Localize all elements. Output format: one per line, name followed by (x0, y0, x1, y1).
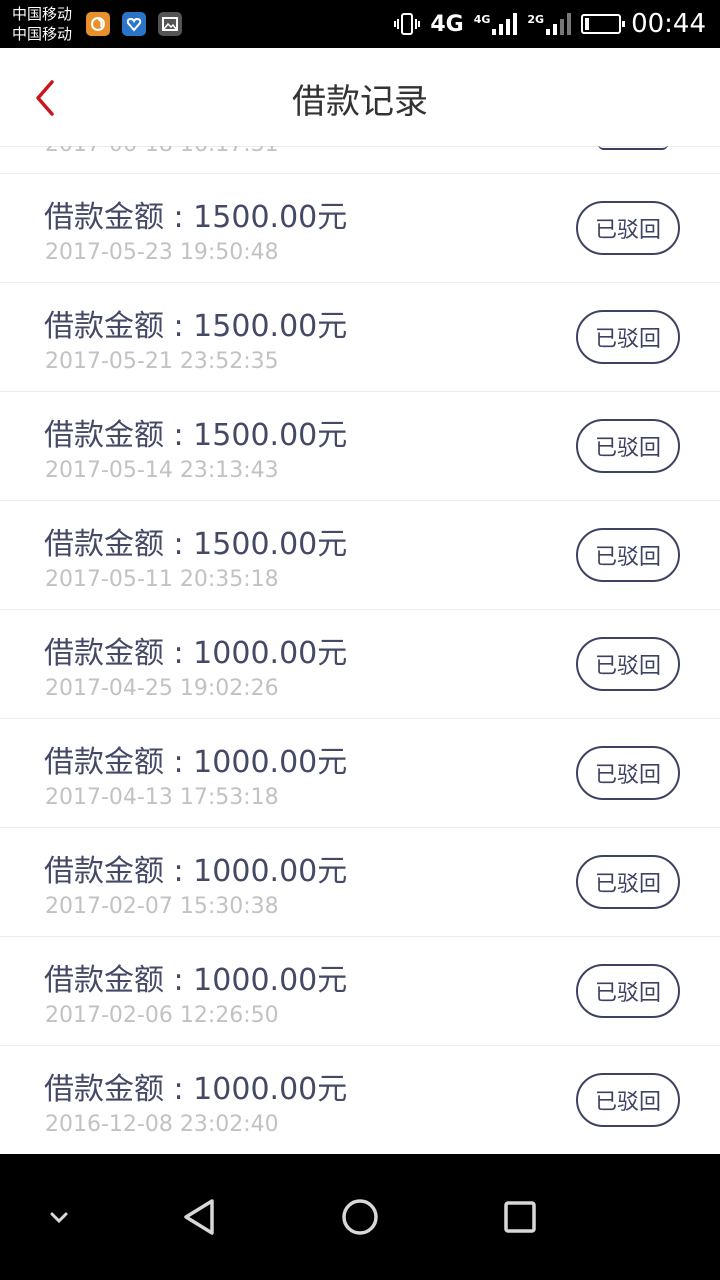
record-amount: 借款金额 : 1500.00元 (44, 527, 348, 562)
nav-home-button[interactable] (335, 1192, 385, 1242)
signal-bars-2-icon (546, 13, 572, 35)
nav-back-button[interactable] (175, 1192, 225, 1242)
battery-icon (581, 14, 626, 34)
nav-recents-button[interactable] (495, 1192, 545, 1242)
status-badge[interactable]: 已驳回 (576, 637, 680, 691)
status-badge[interactable]: 已驳回 (576, 528, 680, 582)
status-badge[interactable]: 已驳回 (576, 746, 680, 800)
squirrel-app-icon (86, 12, 110, 36)
status-badge[interactable]: 已驳回 (576, 964, 680, 1018)
hide-keyboard-button[interactable] (34, 1192, 84, 1242)
record-amount: 借款金额 : 1500.00元 (44, 309, 348, 344)
carrier-info: 中国移动 中国移动 (12, 4, 72, 44)
record-date: 2017-05-23 19:50:48 (45, 240, 279, 265)
list-item[interactable]: 借款金额 : 1000.00元 2017-02-06 12:26:50 已驳回 (0, 937, 720, 1046)
record-amount: 借款金额 : 1000.00元 (44, 745, 348, 780)
status-badge[interactable]: 已驳回 (576, 855, 680, 909)
carrier-2: 中国移动 (12, 25, 73, 43)
record-date: 2017-05-11 20:35:18 (45, 567, 279, 592)
app-header: 借款记录 (0, 48, 720, 147)
record-amount: 借款金额 : 1000.00元 (44, 1072, 348, 1107)
vibrate-icon (394, 13, 421, 35)
health-app-icon (122, 12, 146, 36)
loan-record-list[interactable]: 2017-06-18 16:17:31 借款金额 : 1500.00元 2017… (0, 146, 720, 1154)
list-item[interactable]: 借款金额 : 1500.00元 2017-05-21 23:52:35 已驳回 (0, 283, 720, 392)
list-item[interactable]: 借款金额 : 1000.00元 2017-02-07 15:30:38 已驳回 (0, 828, 720, 937)
list-item[interactable]: 借款金额 : 1500.00元 2017-05-11 20:35:18 已驳回 (0, 501, 720, 610)
page-title: 借款记录 (292, 82, 428, 122)
record-amount: 借款金额 : 1500.00元 (44, 418, 348, 453)
gallery-app-icon (158, 12, 182, 36)
network-4g-label: 4G (430, 11, 464, 37)
record-date: 2016-12-08 23:02:40 (45, 1112, 279, 1137)
list-item[interactable]: 借款金额 : 1000.00元 2017-04-13 17:53:18 已驳回 (0, 719, 720, 828)
record-date: 2017-04-25 19:02:26 (45, 676, 279, 701)
status-bar: 中国移动 中国移动 4G 4G 2G 00:44 (0, 0, 720, 48)
carrier-1: 中国移动 (12, 5, 73, 23)
status-badge[interactable]: 已驳回 (576, 201, 680, 255)
record-amount: 借款金额 : 1000.00元 (44, 854, 348, 889)
record-amount: 借款金额 : 1000.00元 (44, 636, 348, 671)
record-date: 2017-02-07 15:30:38 (45, 894, 279, 919)
triangle-back-icon (184, 1199, 214, 1235)
record-date: 2017-04-13 17:53:18 (45, 785, 279, 810)
circle-home-icon (342, 1199, 378, 1235)
status-indicators: 4G 4G 2G 00:44 (394, 8, 706, 40)
list-item-partial[interactable]: 2017-06-18 16:17:31 (0, 146, 720, 174)
list-item[interactable]: 借款金额 : 1500.00元 2017-05-14 23:13:43 已驳回 (0, 392, 720, 501)
record-amount: 借款金额 : 1500.00元 (44, 200, 348, 235)
record-date: 2017-06-18 16:17:31 (45, 146, 279, 157)
square-recents-icon (504, 1201, 536, 1233)
notification-icons (86, 12, 182, 36)
list-item[interactable]: 借款金额 : 1000.00元 2017-04-25 19:02:26 已驳回 (0, 610, 720, 719)
record-date: 2017-05-21 23:52:35 (45, 349, 279, 374)
chevron-down-icon (50, 1212, 68, 1224)
signal-1: 4G (474, 13, 518, 35)
status-badge[interactable]: 已驳回 (576, 310, 680, 364)
signal-bars-1-icon (492, 13, 518, 35)
record-date: 2017-02-06 12:26:50 (45, 1003, 279, 1028)
list-item[interactable]: 借款金额 : 1000.00元 2016-12-08 23:02:40 已驳回 (0, 1046, 720, 1154)
system-navigation-bar (0, 1154, 720, 1280)
clock: 00:44 (631, 9, 706, 39)
record-amount: 借款金额 : 1000.00元 (44, 963, 348, 998)
status-badge-partial (598, 146, 668, 150)
list-item[interactable]: 借款金额 : 1500.00元 2017-05-23 19:50:48 已驳回 (0, 174, 720, 283)
status-badge[interactable]: 已驳回 (576, 1073, 680, 1127)
signal-2: 2G (527, 13, 572, 35)
record-date: 2017-05-14 23:13:43 (45, 458, 279, 483)
status-badge[interactable]: 已驳回 (576, 419, 680, 473)
